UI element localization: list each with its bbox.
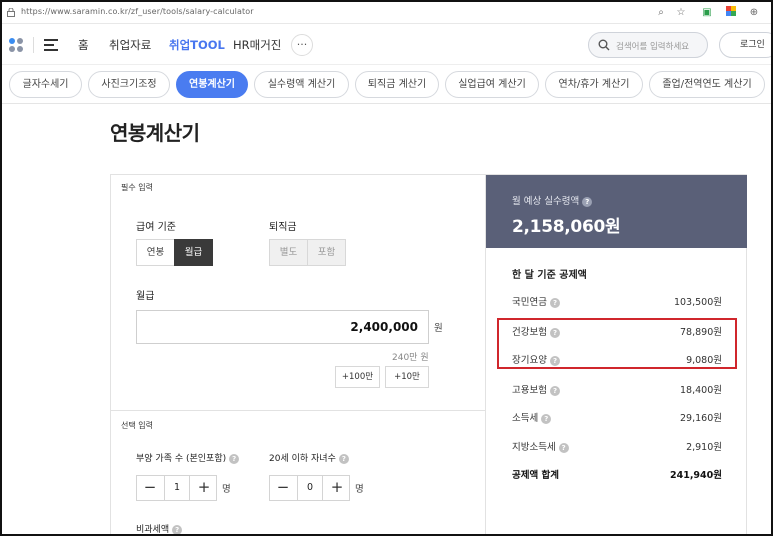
dependents-label-text: 부양 가족 수 (본인포함) xyxy=(136,454,227,464)
nav-home[interactable]: 홈 xyxy=(78,37,89,53)
children-label-text: 20세 이하 자녀수 xyxy=(269,454,336,464)
deduction-label: 소득세? xyxy=(512,410,552,424)
deduction-label: 지방소득세? xyxy=(512,439,569,453)
salary-hint: 240만 원 xyxy=(392,353,429,363)
tab-net-pay-calculator[interactable]: 실수령액 계산기 xyxy=(254,71,349,98)
minus-icon[interactable]: − xyxy=(270,476,296,500)
minus-icon[interactable]: − xyxy=(137,476,163,500)
help-icon[interactable]: ? xyxy=(172,524,183,534)
login-button[interactable]: 로그인 xyxy=(719,32,771,58)
help-icon[interactable]: ? xyxy=(549,385,560,396)
tab-graduation-year-calculator[interactable]: 졸업/전역연도 계산기 xyxy=(649,71,765,98)
tab-photo-resize[interactable]: 사진크기조정 xyxy=(88,71,170,98)
help-icon[interactable]: ? xyxy=(229,453,240,464)
deduction-label-text: 소득세 xyxy=(512,413,539,424)
more-menu-button[interactable]: ··· xyxy=(291,34,313,56)
required-section-label: 필수 입력 xyxy=(121,183,153,192)
pay-basis-label: 급여 기준 xyxy=(136,222,176,233)
tab-salary-calculator[interactable]: 연봉계산기 xyxy=(176,71,248,98)
search-icon xyxy=(598,39,610,51)
plus-icon[interactable]: + xyxy=(191,476,217,500)
children-label: 20세 이하 자녀수? xyxy=(269,451,349,464)
search-placeholder: 검색어를 입력하세요 xyxy=(616,42,690,52)
deduction-value: 103,500원 xyxy=(673,297,722,308)
help-icon[interactable]: ? xyxy=(338,453,349,464)
tab-char-count[interactable]: 글자수세기 xyxy=(9,71,82,98)
net-pay-title: 월 예상 실수령액? xyxy=(512,193,593,207)
nav-hr-magazine[interactable]: HR매거진 xyxy=(233,37,281,53)
salary-input[interactable]: 2,400,000 xyxy=(136,310,429,344)
dependents-label: 부양 가족 수 (본인포함)? xyxy=(136,451,240,464)
deduction-label-text: 국민연금 xyxy=(512,297,547,308)
deduction-value: 2,910원 xyxy=(686,442,722,453)
pay-basis-monthly-option[interactable]: 월급 xyxy=(174,239,213,266)
nav-job-tool[interactable]: 취업TOOL xyxy=(169,37,225,53)
menu-icon[interactable] xyxy=(44,39,58,51)
salary-input-value: 2,400,000 xyxy=(350,320,418,334)
site-header: 홈 취업자료 취업TOOL HR매거진 ··· 검색어를 입력하세요 로그인 xyxy=(2,24,771,64)
favorite-icon[interactable]: ☆ xyxy=(674,6,688,20)
help-icon[interactable]: ? xyxy=(541,413,552,424)
add-1m-button[interactable]: +100만 xyxy=(335,366,380,388)
children-stepper[interactable]: − 0 + xyxy=(269,475,350,501)
apps-logo-icon[interactable] xyxy=(9,38,23,52)
deduction-total-row: 공제액 합계 241,940원 xyxy=(512,464,722,484)
deduction-label-text: 지방소득세 xyxy=(512,442,556,453)
lock-icon xyxy=(7,8,15,17)
nontax-label: 비과세액? xyxy=(136,522,183,535)
salary-unit: 원 xyxy=(434,323,443,334)
deduction-label: 국민연금? xyxy=(512,294,560,308)
total-label: 공제액 합계 xyxy=(512,470,560,481)
net-pay-amount: 2,158,060원 xyxy=(512,217,621,237)
divider xyxy=(33,37,34,53)
page-title: 연봉계산기 xyxy=(110,121,200,145)
address-bar[interactable]: https://www.saramin.co.kr/zf_user/tools/… xyxy=(2,2,771,24)
deduction-row: 고용보험? 18,400원 xyxy=(512,379,722,399)
deduction-value: 29,160원 xyxy=(680,413,722,424)
optional-section xyxy=(111,411,485,534)
deduction-row: 소득세? 29,160원 xyxy=(512,407,722,427)
search-box[interactable]: 검색어를 입력하세요 xyxy=(588,32,708,58)
optional-section-label: 선택 입력 xyxy=(121,421,153,430)
plus-icon[interactable]: + xyxy=(324,476,350,500)
deduction-value: 18,400원 xyxy=(680,385,722,396)
children-value[interactable]: 0 xyxy=(297,476,323,500)
dependents-stepper[interactable]: − 1 + xyxy=(136,475,217,501)
severance-included-option[interactable]: 포함 xyxy=(307,239,346,266)
nontax-label-text: 비과세액 xyxy=(136,525,170,535)
dependents-unit: 명 xyxy=(222,484,231,495)
salary-form: 필수 입력 급여 기준 연봉 월급 퇴직금 별도 포함 월급 2,400,000… xyxy=(110,174,486,535)
dependents-value[interactable]: 1 xyxy=(164,476,190,500)
help-icon[interactable]: ? xyxy=(582,196,593,207)
tools-tab-strip: 글자수세기 사진크기조정 연봉계산기 실수령액 계산기 퇴직금 계산기 실업급여… xyxy=(2,64,771,104)
deduction-label: 고용보험? xyxy=(512,382,560,396)
profile-icon[interactable]: ⊕ xyxy=(747,6,761,20)
total-value: 241,940원 xyxy=(669,470,722,481)
url-text[interactable]: https://www.saramin.co.kr/zf_user/tools/… xyxy=(21,7,254,16)
children-unit: 명 xyxy=(355,484,364,495)
extension-icon[interactable]: ▣ xyxy=(700,6,714,20)
severance-label: 퇴직금 xyxy=(269,222,297,233)
browser-window: https://www.saramin.co.kr/zf_user/tools/… xyxy=(0,0,773,536)
net-pay-title-text: 월 예상 실수령액 xyxy=(512,196,580,207)
deduction-title: 한 달 기준 공제액 xyxy=(512,270,587,281)
result-summary: 월 예상 실수령액? 2,158,060원 xyxy=(486,175,747,248)
highlight-box xyxy=(497,318,737,369)
nav-job-data[interactable]: 취업자료 xyxy=(109,37,151,53)
deduction-label-text: 고용보험 xyxy=(512,385,547,396)
pay-basis-annual-option[interactable]: 연봉 xyxy=(136,239,175,266)
color-extension-icon[interactable] xyxy=(724,6,738,20)
help-icon[interactable]: ? xyxy=(558,442,569,453)
tab-leave-calculator[interactable]: 연차/휴가 계산기 xyxy=(545,71,643,98)
deduction-row: 국민연금? 103,500원 xyxy=(512,291,722,311)
add-100k-button[interactable]: +10만 xyxy=(385,366,429,388)
deduction-row: 지방소득세? 2,910원 xyxy=(512,436,722,456)
zoom-icon[interactable]: ⌕ xyxy=(654,6,668,20)
tab-unemployment-calculator[interactable]: 실업급여 계산기 xyxy=(445,71,539,98)
salary-label: 월급 xyxy=(136,291,155,302)
help-icon[interactable]: ? xyxy=(549,297,560,308)
tab-severance-calculator[interactable]: 퇴직금 계산기 xyxy=(355,71,439,98)
severance-separate-option[interactable]: 별도 xyxy=(269,239,308,266)
